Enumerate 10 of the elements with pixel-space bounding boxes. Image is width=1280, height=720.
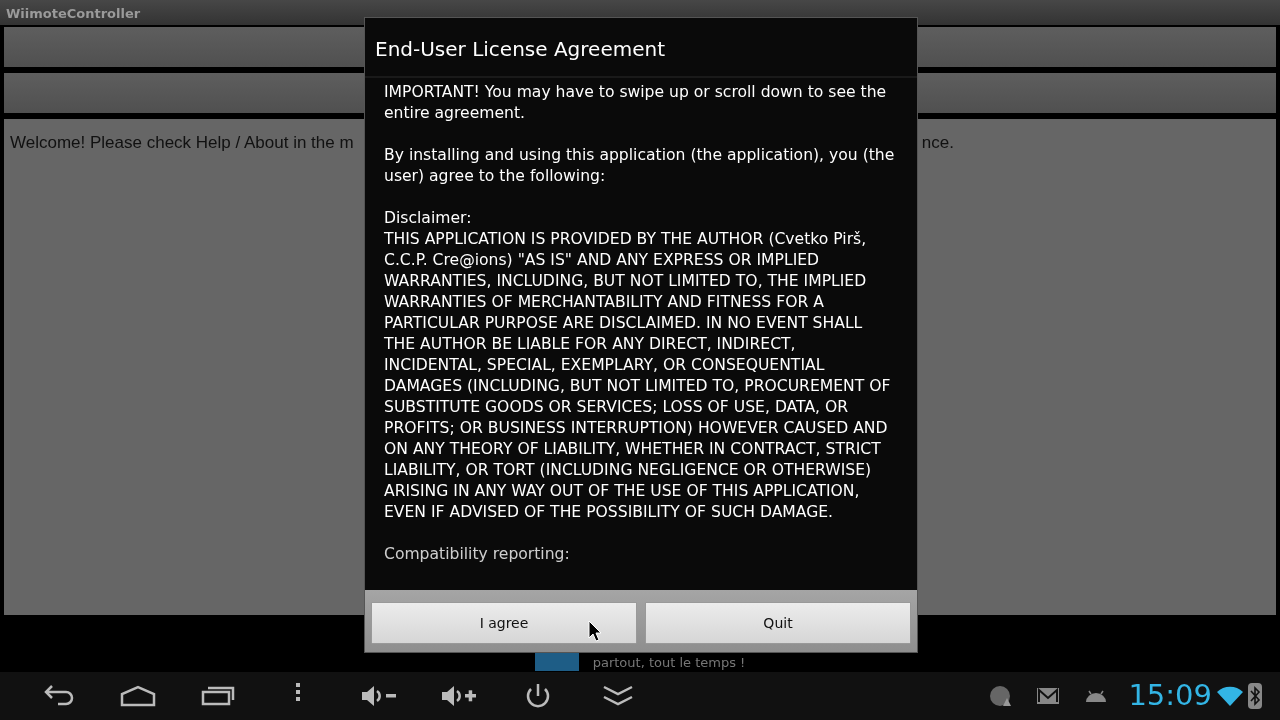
- welcome-message: nce.: [921, 132, 954, 154]
- clock-time: 15:09: [1128, 677, 1212, 715]
- ad-text: partout, tout le temps !: [592, 653, 746, 672]
- section-heading: Disclaimer:: [384, 208, 473, 229]
- agreement-paragraph: IMPORTANT! You may have to swipe up or scroll down to see the entire agreement.: [384, 82, 888, 124]
- welcome-message: Welcome! Please check Help / About in the m: [10, 132, 354, 154]
- section-heading: Compatibility reporting:: [384, 544, 571, 565]
- agreement-paragraph: By installing and using this application (the application), you (the user) agree to the following:: [384, 145, 896, 187]
- agreement-paragraph: THIS APPLICATION IS PROVIDED BY THE AUTHOR (Cvetko Pirš, C.C.P. Cre@ions) "AS IS" AND ANY EXPRESS OR IMPLIED WARRANTIES, INCLUDING, BUT NOT LIMITED TO, THE IMPLIED WARRANTIES OF MERCHANTABILITY AND FITNESS FOR A PARTICULAR PURPOSE ARE DISCLAIMED. IN NO EVENT SHALL THE AUTHOR BE LIABLE FOR ANY DIRECT, INDIRECT, INCIDENTAL, SPECIAL, EXEMPLARY, OR CONSEQUENTIAL DAMAGES (INCLUDING, BUT NOT LIMITED TO, PROCUREMENT OF SUBSTITUTE GOODS OR SERVICES; LOSS OF USE, DATA, OR PROFITS; OR BUSINESS INTERRUPTION) HOWEVER CAUSED AND ON ANY THEORY OF LIABILITY, WHETHER IN CONTRACT, STRICT LIABILITY, OR TORT (INCLUDING NEGLIGENCE OR OTHERWISE) ARISING IN ANY WAY OUT OF THE USE OF THIS APPLICATION, EVEN IF ADVISED OF THE POSSIBILITY OF SUCH DAMAGE.: [384, 229, 892, 523]
- dialog-title: End-User License Agreement: [365, 18, 917, 78]
